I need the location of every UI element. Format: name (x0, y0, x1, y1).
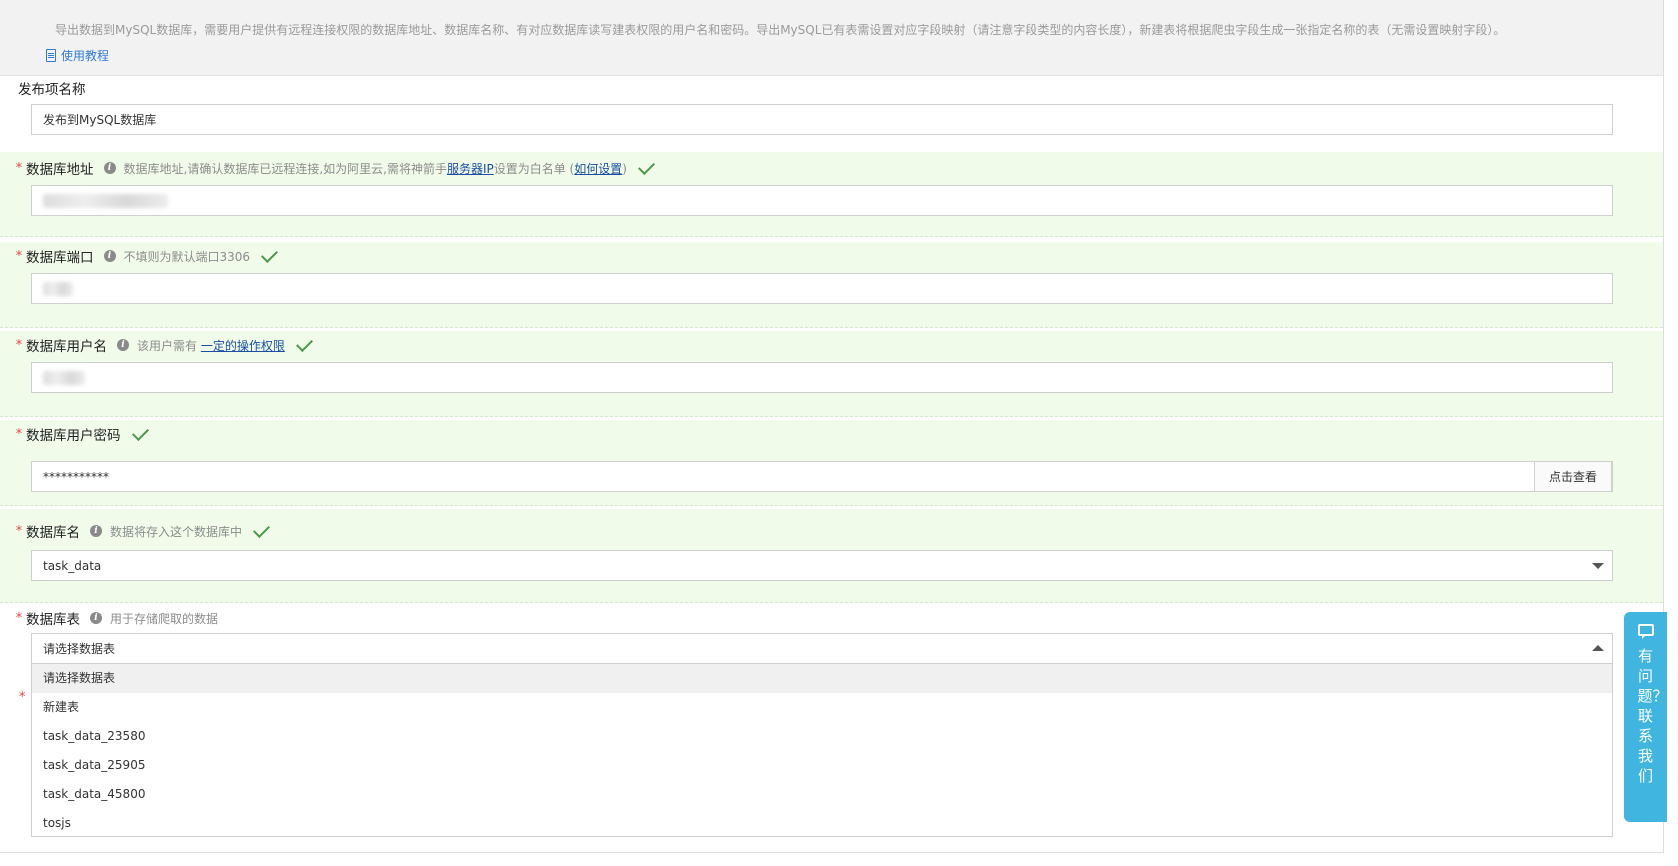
redacted-value (43, 281, 73, 296)
dropdown-option[interactable]: task_data_25905 (32, 751, 1612, 780)
db-address-section: * 数据库地址 i 数据库地址,请确认数据库已远程连接,如为阿里云,需将神箭手服… (0, 152, 1663, 237)
db-address-hint: 数据库地址,请确认数据库已远程连接,如为阿里云,需将神箭手服务器IP设置为白名单… (124, 160, 627, 177)
publish-name-label: 发布项名称 (18, 82, 86, 98)
db-address-label: 数据库地址 (26, 162, 94, 178)
db-table-hint: 用于存储爬取的数据 (110, 611, 219, 626)
publish-name-label-row: 发布项名称 (18, 78, 86, 98)
db-password-label: 数据库用户密码 (26, 428, 121, 444)
chevron-up-icon (1592, 645, 1604, 651)
chevron-down-icon (1592, 563, 1604, 569)
server-ip-link[interactable]: 服务器IP (447, 162, 494, 176)
required-mark: * (15, 337, 23, 353)
db-user-label-row: * 数据库用户名 i 该用户需有 一定的操作权限 (0, 334, 313, 355)
document-icon (46, 49, 56, 62)
dropdown-option[interactable]: task_data_45800 (32, 780, 1612, 809)
db-table-label: 数据库表 (26, 612, 80, 628)
required-mark: * (15, 248, 23, 264)
db-name-label-row: * 数据库名 i 数据将存入这个数据库中 (0, 520, 271, 541)
password-value: *********** (43, 469, 109, 484)
db-name-label: 数据库名 (26, 525, 80, 541)
db-user-hint: 该用户需有 一定的操作权限 (137, 337, 285, 354)
db-address-hint-prefix: 数据库地址,请确认数据库已远程连接,如为阿里云,需将神箭手 (123, 161, 447, 176)
db-address-hint-suffix: ) (622, 161, 627, 176)
info-icon: i (90, 525, 102, 537)
db-user-input[interactable] (31, 362, 1613, 393)
check-icon (637, 157, 655, 175)
notice-banner: 导出数据到MySQL数据库，需要用户提供有远程连接权限的数据库地址、数据库名称、… (0, 0, 1663, 76)
check-icon (295, 334, 313, 352)
db-password-label-row: * 数据库用户密码 (0, 423, 149, 444)
publish-name-section: 发布项名称 发布到MySQL数据库 (0, 76, 1663, 148)
contact-us-label: 有问题？联系我们 (1637, 647, 1668, 785)
db-port-label-row: * 数据库端口 i 不填则为默认端口3306 (0, 245, 279, 266)
check-icon (261, 245, 279, 263)
db-password-section: * 数据库用户密码 *********** 点击查看 (0, 420, 1663, 506)
db-table-section: * 数据库表 i 用于存储爬取的数据 请选择数据表 (0, 602, 1663, 664)
db-address-label-row: * 数据库地址 i 数据库地址,请确认数据库已远程连接,如为阿里云,需将神箭手服… (0, 157, 655, 178)
dropdown-option[interactable]: 请选择数据表 (32, 664, 1612, 693)
db-table-label-row: * 数据库表 i 用于存储爬取的数据 (0, 608, 219, 629)
db-port-input[interactable] (31, 273, 1613, 304)
db-port-hint: 不填则为默认端口3306 (123, 249, 251, 264)
redacted-value (43, 193, 168, 208)
db-password-input[interactable]: *********** 点击查看 (31, 461, 1613, 492)
db-user-label: 数据库用户名 (26, 339, 107, 355)
publish-name-value: 发布到MySQL数据库 (43, 113, 157, 127)
contact-us-button[interactable]: 有问题？联系我们 (1624, 612, 1668, 822)
info-icon: i (117, 339, 129, 351)
required-mark: * (15, 160, 23, 176)
db-name-selected: task_data (43, 558, 102, 573)
redacted-value (43, 370, 85, 385)
db-user-section: * 数据库用户名 i 该用户需有 一定的操作权限 (0, 331, 1663, 417)
required-mark: * (15, 426, 23, 442)
dropdown-option[interactable]: 新建表 (32, 693, 1612, 722)
notice-text: 导出数据到MySQL数据库，需要用户提供有远程连接权限的数据库地址、数据库名称、… (55, 23, 1506, 37)
db-user-hint-prefix: 该用户需有 (137, 338, 198, 353)
db-address-hint-middle: 设置为白名单 ( (493, 161, 575, 176)
db-table-dropdown: 请选择数据表 新建表 task_data_23580 task_data_259… (31, 664, 1613, 837)
db-table-selected: 请选择数据表 (43, 642, 116, 656)
tutorial-link-label: 使用教程 (61, 49, 110, 63)
required-mark: * (15, 610, 23, 626)
db-name-hint: 数据将存入这个数据库中 (110, 524, 243, 539)
required-mark: * (19, 690, 26, 705)
page: 导出数据到MySQL数据库，需要用户提供有远程连接权限的数据库地址、数据库名称、… (0, 0, 1664, 853)
chat-icon (1637, 624, 1654, 639)
db-port-section: * 数据库端口 i 不填则为默认端口3306 (0, 242, 1663, 328)
publish-name-input[interactable]: 发布到MySQL数据库 (31, 104, 1613, 135)
reveal-password-button[interactable]: 点击查看 (1534, 461, 1612, 492)
db-port-label: 数据库端口 (26, 250, 94, 266)
tutorial-link[interactable]: 使用教程 (46, 47, 109, 64)
permission-link[interactable]: 一定的操作权限 (201, 339, 285, 353)
db-address-input[interactable] (31, 185, 1613, 216)
check-icon (131, 423, 149, 441)
db-name-section: * 数据库名 i 数据将存入这个数据库中 task_data (0, 509, 1663, 603)
info-icon: i (103, 250, 116, 262)
required-mark: * (15, 523, 23, 539)
db-name-select[interactable]: task_data (31, 550, 1613, 581)
check-icon (253, 520, 271, 538)
db-table-select[interactable]: 请选择数据表 (31, 633, 1613, 664)
info-icon: i (103, 162, 116, 174)
info-icon: i (90, 612, 102, 624)
dropdown-option[interactable]: tosjs (32, 809, 1612, 838)
how-to-set-link[interactable]: 如何设置 (574, 162, 622, 176)
dropdown-option[interactable]: task_data_23580 (32, 722, 1612, 751)
